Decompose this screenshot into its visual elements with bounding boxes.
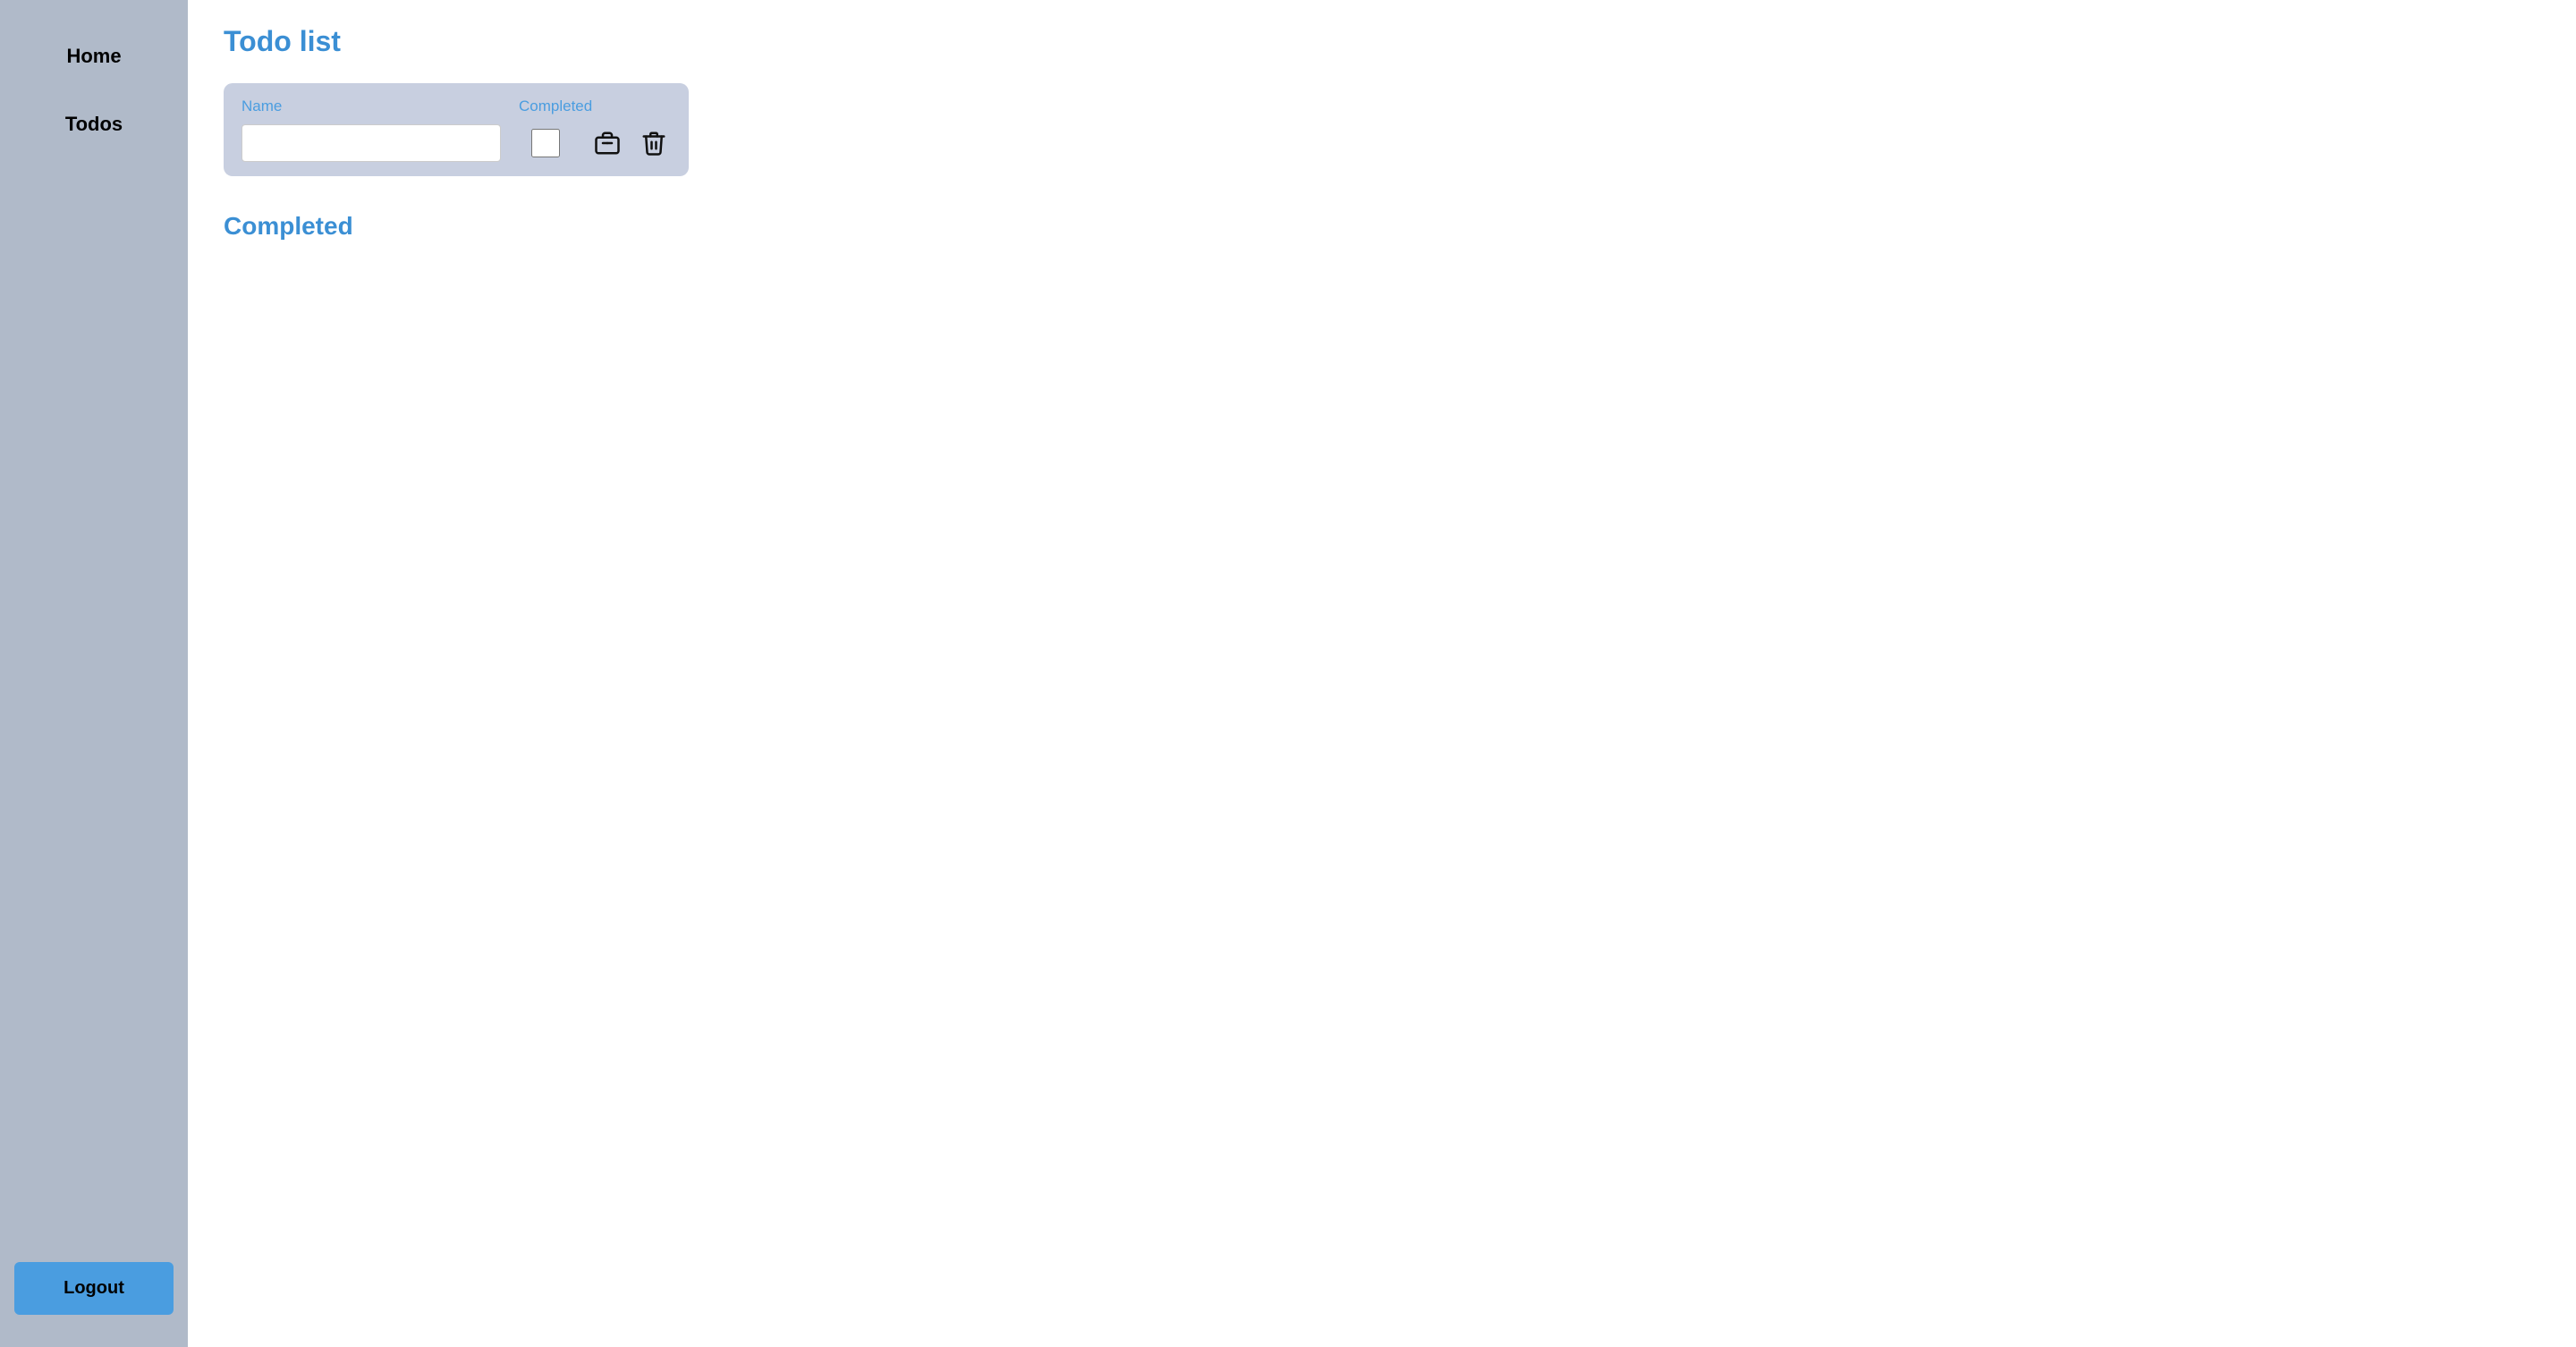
logout-button[interactable]: Logout: [14, 1262, 174, 1315]
sidebar-nav: Home Todos: [0, 18, 188, 1248]
sidebar-item-home[interactable]: Home: [0, 36, 188, 77]
completed-column-header: Completed: [519, 97, 592, 115]
todo-name-input[interactable]: [242, 124, 501, 162]
trash-icon: [640, 130, 667, 157]
name-column-header: Name: [242, 97, 501, 115]
todo-completed-checkbox[interactable]: [531, 129, 560, 157]
sidebar: Home Todos Logout: [0, 0, 188, 1347]
completed-section-title: Completed: [224, 212, 2540, 241]
delete-button[interactable]: [637, 126, 671, 160]
main-content: Todo list Name Completed: [188, 0, 2576, 1347]
todo-row: [242, 124, 671, 162]
todo-table: Name Completed: [224, 83, 689, 176]
briefcase-icon: [594, 130, 621, 157]
todo-header-row: Name Completed: [242, 97, 671, 115]
sidebar-item-todos[interactable]: Todos: [0, 104, 188, 145]
save-button[interactable]: [590, 126, 624, 160]
action-icons: [590, 126, 671, 160]
page-title: Todo list: [224, 25, 2540, 58]
